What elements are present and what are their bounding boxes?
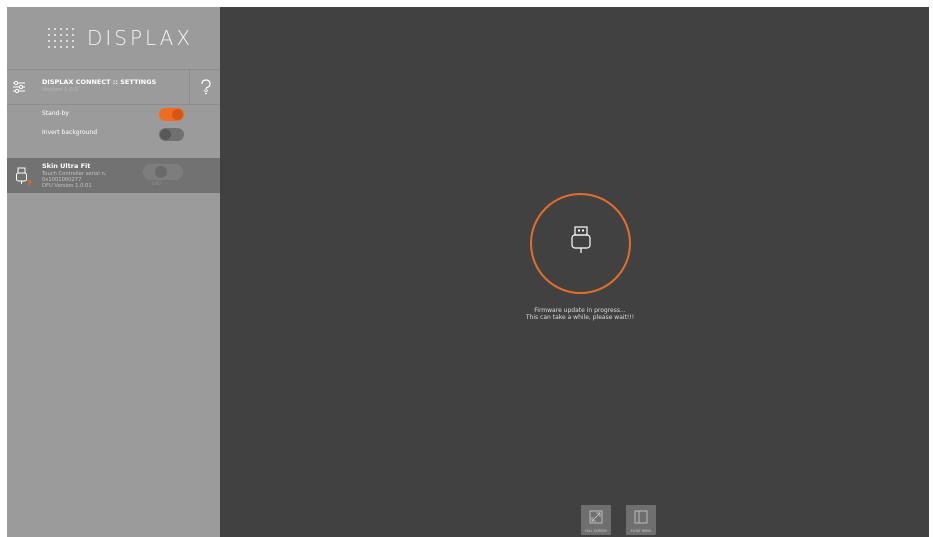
app-window: DISPLAX DISPLAX CONNECT :: SETTINGS Vers… xyxy=(7,7,929,537)
toggle-knob xyxy=(155,166,167,178)
usb-icon xyxy=(571,226,591,253)
svg-text:?: ? xyxy=(27,179,32,187)
sliders-icon xyxy=(13,80,25,94)
device-dfu-version: DFU Version 1.0.01 xyxy=(42,183,92,189)
update-status-text: Firmware update in progress... This can … xyxy=(474,307,686,321)
invert-background-label: Invert background xyxy=(42,129,98,136)
logo-dots-icon xyxy=(47,27,75,49)
usb-warning-icon: ? xyxy=(16,167,32,187)
invert-background-toggle[interactable] xyxy=(159,128,184,141)
fullscreen-icon xyxy=(589,510,603,524)
standby-toggle[interactable] xyxy=(159,108,184,121)
update-status-circle xyxy=(530,193,631,294)
update-status-line-2: This can take a while, please wait!!! xyxy=(525,314,635,321)
device-toggle-label: DFU xyxy=(152,182,162,187)
help-icon xyxy=(200,79,211,95)
full-screen-button[interactable]: FULL SCREEN xyxy=(581,505,611,535)
float-menu-label: FLOAT MENU xyxy=(630,529,652,533)
device-item[interactable]: ? Skin Ultra Fit Touch Controller serial… xyxy=(7,158,220,193)
logo-text: DISPLAX xyxy=(87,26,194,50)
toggle-knob xyxy=(160,129,171,140)
device-dfu-toggle[interactable] xyxy=(143,164,183,180)
settings-header: DISPLAX CONNECT :: SETTINGS Version 1.0.… xyxy=(7,69,220,105)
main-panel: Firmware update in progress... This can … xyxy=(220,7,929,537)
settings-version: Version 1.0.0 xyxy=(42,87,78,93)
settings-title: DISPLAX CONNECT :: SETTINGS xyxy=(42,78,157,86)
full-screen-label: FULL SCREEN xyxy=(585,529,607,533)
device-name: Skin Ultra Fit xyxy=(42,162,91,170)
standby-label: Stand-by xyxy=(42,110,69,117)
update-status-line-1: Firmware update in progress... xyxy=(534,307,626,314)
displax-logo: DISPLAX xyxy=(47,25,193,51)
toggle-knob xyxy=(172,109,183,120)
sidebar: DISPLAX DISPLAX CONNECT :: SETTINGS Vers… xyxy=(7,7,220,537)
help-button[interactable] xyxy=(189,70,221,104)
float-menu-button[interactable]: FLOAT MENU xyxy=(626,505,656,535)
float-menu-icon xyxy=(634,510,648,524)
